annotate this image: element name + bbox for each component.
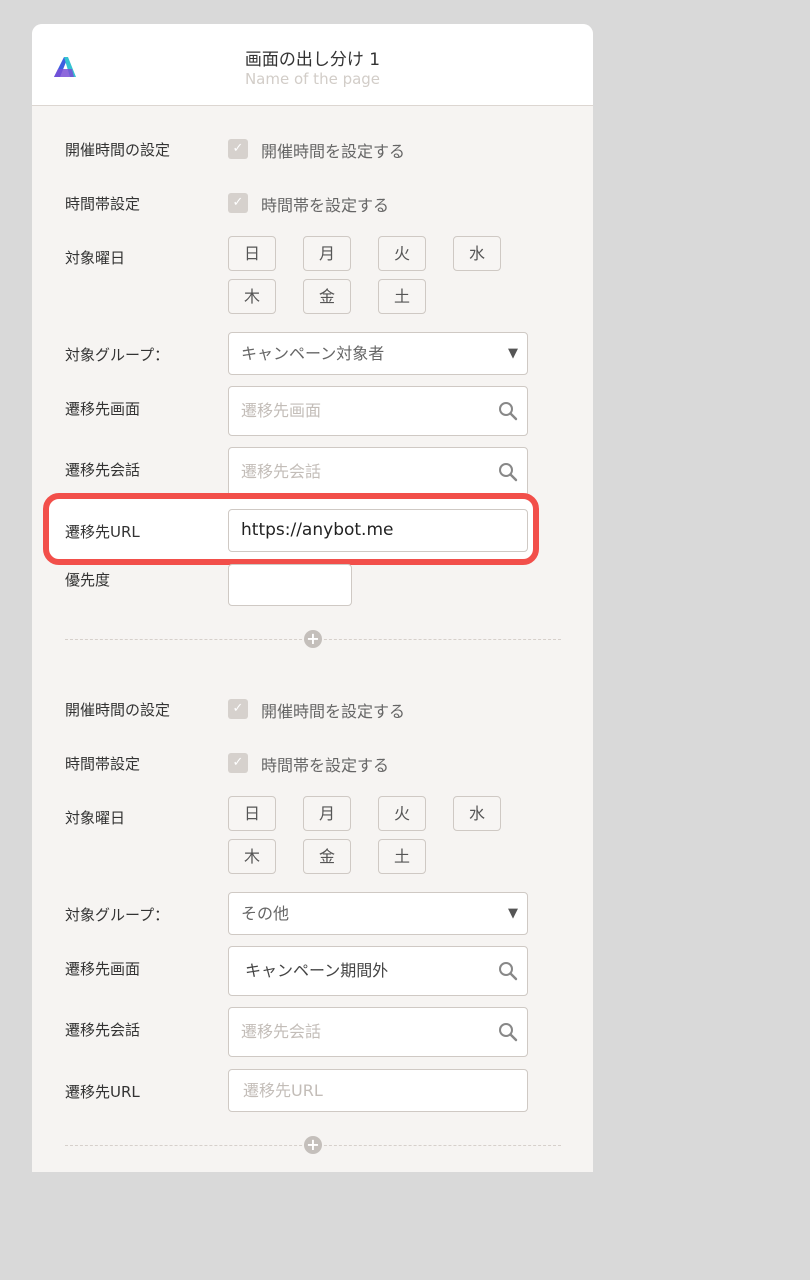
weekday-sat-button[interactable]: 土 bbox=[378, 279, 426, 314]
time-zone-checkbox[interactable]: ✓ bbox=[228, 753, 248, 773]
search-icon[interactable] bbox=[498, 961, 518, 981]
search-icon[interactable] bbox=[498, 1022, 518, 1042]
time-zone-label: 時間帯設定 bbox=[65, 755, 141, 773]
event-time-label: 開催時間の設定 bbox=[65, 701, 171, 719]
screen-search-input[interactable]: キャンペーン期間外 bbox=[228, 946, 528, 996]
weekday-tue-button[interactable]: 火 bbox=[378, 236, 426, 271]
weekday-mon-button[interactable]: 月 bbox=[303, 796, 351, 831]
url-input-value: https://anybot.me bbox=[241, 520, 394, 540]
weekday-sat-button[interactable]: 土 bbox=[378, 839, 426, 874]
chevron-down-icon: ▼ bbox=[508, 906, 518, 921]
time-zone-checkbox-label[interactable]: 時間帯を設定する bbox=[261, 752, 389, 776]
weekday-wed-button[interactable]: 水 bbox=[453, 796, 501, 831]
time-zone-checkbox[interactable]: ✓ bbox=[228, 193, 248, 213]
event-time-checkbox[interactable]: ✓ bbox=[228, 699, 248, 719]
talk-search-input[interactable]: 遷移先会話 bbox=[228, 447, 528, 497]
url-input[interactable]: https://anybot.me bbox=[228, 509, 528, 552]
search-icon[interactable] bbox=[498, 462, 518, 482]
weekday-fri-button[interactable]: 金 bbox=[303, 279, 351, 314]
url-input-placeholder: 遷移先URL bbox=[243, 1081, 323, 1100]
weekday-sun-button[interactable]: 日 bbox=[228, 796, 276, 831]
time-zone-checkbox-label[interactable]: 時間帯を設定する bbox=[261, 192, 389, 216]
url-label: 遷移先URL bbox=[65, 523, 140, 541]
group-label: 対象グループ： bbox=[65, 906, 170, 924]
chevron-down-icon: ▼ bbox=[508, 346, 518, 361]
priority-label: 優先度 bbox=[65, 571, 111, 589]
add-rule-button[interactable]: + bbox=[304, 1136, 322, 1154]
screen-search-input[interactable]: 遷移先画面 bbox=[228, 386, 528, 436]
weekday-fri-button[interactable]: 金 bbox=[303, 839, 351, 874]
event-time-label: 開催時間の設定 bbox=[65, 141, 171, 159]
panel-header: 画面の出し分け 1 Name of the page bbox=[32, 24, 593, 106]
page-settings-panel: 画面の出し分け 1 Name of the page 開催時間の設定 ✓ 開催時… bbox=[32, 24, 593, 1172]
talk-search-input[interactable]: 遷移先会話 bbox=[228, 1007, 528, 1057]
url-label: 遷移先URL bbox=[65, 1083, 140, 1101]
priority-input[interactable] bbox=[228, 564, 352, 606]
screen-search-value: キャンペーン期間外 bbox=[245, 961, 389, 980]
page-title: 画面の出し分け 1 bbox=[244, 50, 381, 70]
screen-label: 遷移先画面 bbox=[65, 400, 141, 418]
weekday-thu-button[interactable]: 木 bbox=[228, 839, 276, 874]
talk-search-placeholder: 遷移先会話 bbox=[241, 1022, 322, 1041]
weekday-mon-button[interactable]: 月 bbox=[303, 236, 351, 271]
talk-label: 遷移先会話 bbox=[65, 461, 141, 479]
group-select[interactable]: その他 ▼ bbox=[228, 892, 528, 935]
weekday-label: 対象曜日 bbox=[65, 249, 126, 267]
event-time-checkbox-label[interactable]: 開催時間を設定する bbox=[261, 698, 405, 722]
time-zone-label: 時間帯設定 bbox=[65, 195, 141, 213]
group-label: 対象グループ： bbox=[65, 346, 170, 364]
weekday-thu-button[interactable]: 木 bbox=[228, 279, 276, 314]
page-name-subtitle: Name of the page bbox=[244, 70, 381, 88]
talk-search-placeholder: 遷移先会話 bbox=[241, 462, 322, 481]
screen-label: 遷移先画面 bbox=[65, 960, 141, 978]
event-time-checkbox[interactable]: ✓ bbox=[228, 139, 248, 159]
add-rule-button[interactable]: + bbox=[304, 630, 322, 648]
weekday-wed-button[interactable]: 水 bbox=[453, 236, 501, 271]
talk-label: 遷移先会話 bbox=[65, 1021, 141, 1039]
event-time-checkbox-label[interactable]: 開催時間を設定する bbox=[261, 138, 405, 162]
search-icon[interactable] bbox=[498, 401, 518, 421]
url-input[interactable]: 遷移先URL bbox=[228, 1069, 528, 1112]
group-select-value: その他 bbox=[241, 904, 290, 923]
weekday-tue-button[interactable]: 火 bbox=[378, 796, 426, 831]
weekday-label: 対象曜日 bbox=[65, 809, 126, 827]
weekday-sun-button[interactable]: 日 bbox=[228, 236, 276, 271]
group-select-value: キャンペーン対象者 bbox=[241, 344, 385, 363]
group-select[interactable]: キャンペーン対象者 ▼ bbox=[228, 332, 528, 375]
screen-search-placeholder: 遷移先画面 bbox=[241, 401, 322, 420]
